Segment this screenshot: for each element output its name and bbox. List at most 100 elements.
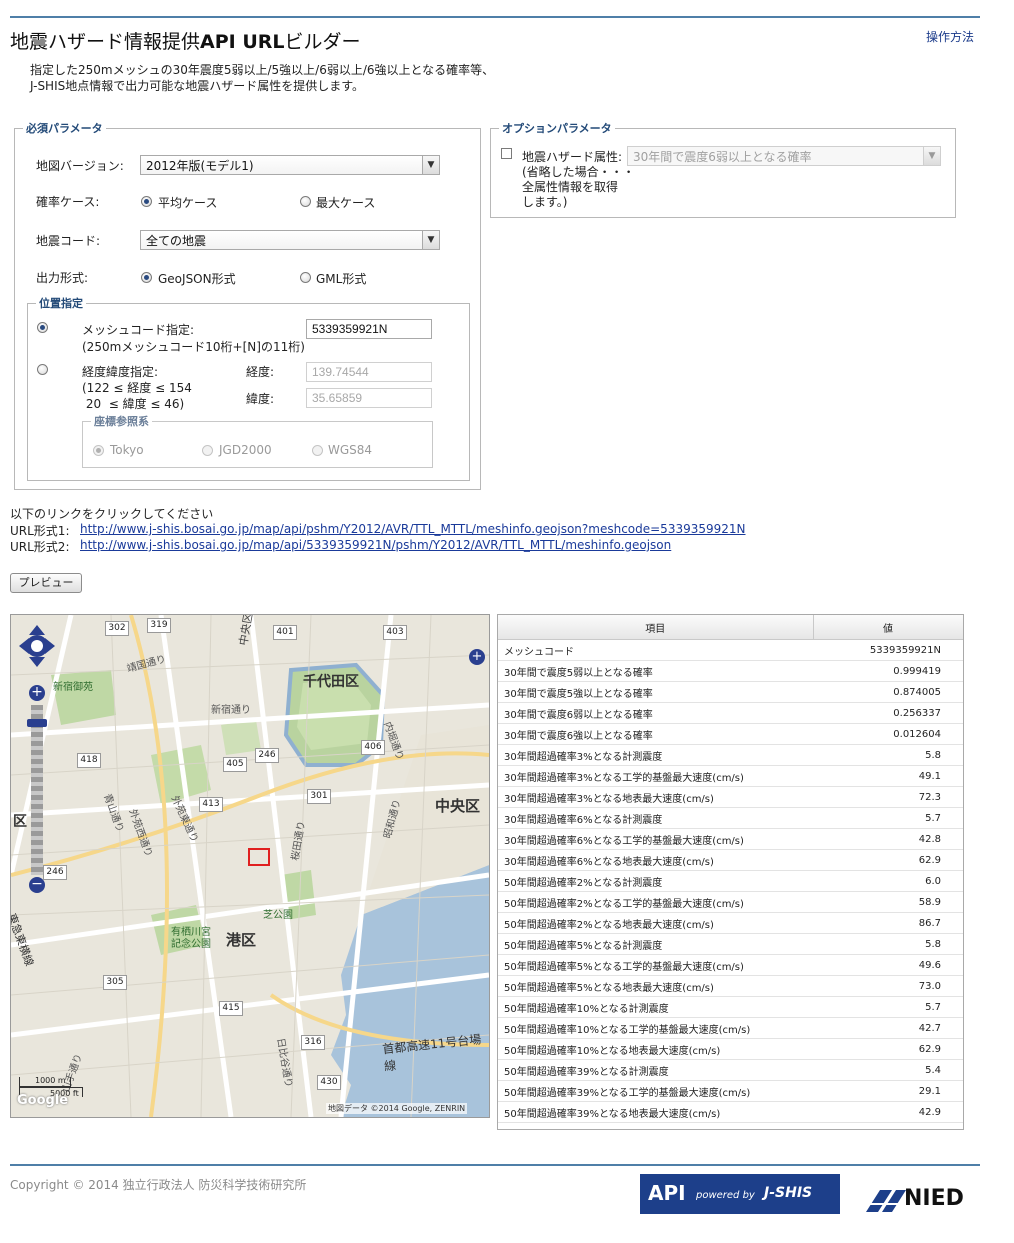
route-shield: 246 [255, 748, 279, 763]
row-value-cell: 0.012604 [813, 723, 963, 745]
crs-tokyo-label[interactable]: Tokyo [110, 443, 144, 457]
column-header-value[interactable]: 値 [813, 615, 963, 640]
row-value-cell: 0.999419 [813, 660, 963, 682]
row-item-cell: 30年間で震度5強以上となる確率 [498, 681, 813, 703]
route-shield: 305 [103, 975, 127, 990]
pan-arrows-icon[interactable] [19, 623, 55, 669]
row-value-cell: 58.9 [813, 891, 963, 913]
map-label-ku-left: 区 [13, 814, 27, 830]
route-shield: 405 [223, 757, 247, 772]
prob-case-label: 確率ケース: [36, 195, 100, 209]
table-row: 50年間超過確率39%となる地表最大速度(cm/s) 42.9 [498, 1101, 963, 1123]
pan-control[interactable] [19, 623, 55, 669]
hazard-attr-checkbox[interactable] [501, 148, 512, 159]
row-value-cell: 62.9 [813, 849, 963, 871]
format-gml-label[interactable]: GML形式 [316, 270, 366, 287]
table-row: 50年間超過確率10%となる計測震度 5.7 [498, 996, 963, 1018]
row-value-cell: 5.8 [813, 744, 963, 766]
row-value-cell: 5339359921N [813, 639, 963, 661]
column-header-item[interactable]: 項目 [498, 615, 814, 640]
row-value-cell: 5.8 [813, 933, 963, 955]
map-view[interactable]: 千代田区 中央区 港区 区 中央区 新宿御苑 有栖川宮 記念公園 芝公園 新宿通… [10, 614, 490, 1118]
format-label: 出力形式: [36, 271, 89, 285]
format-geojson-label[interactable]: GeoJSON形式 [158, 270, 236, 287]
route-shield: 301 [307, 789, 331, 804]
table-row: 30年間で震度5弱以上となる確率 0.999419 [498, 660, 963, 682]
row-item-cell: 30年間で震度6弱以上となる確率 [498, 702, 813, 724]
zoom-in-icon[interactable]: + [29, 685, 45, 701]
url1-link[interactable]: http://www.j-shis.bosai.go.jp/map/api/ps… [80, 522, 746, 536]
crs-tokyo-radio[interactable] [93, 445, 104, 456]
zoom-slider-handle[interactable] [27, 719, 47, 727]
map-label-shinjuku-gyoen: 新宿御苑 [53, 682, 93, 693]
route-shield: 302 [105, 621, 129, 636]
table-row: 50年間超過確率2%となる工学的基盤最大速度(cm/s) 58.9 [498, 891, 963, 913]
row-item-cell: 30年間超過確率6%となる地表最大速度(cm/s) [498, 849, 813, 871]
crs-wgs-radio[interactable] [312, 445, 323, 456]
zoom-out-icon[interactable]: − [29, 877, 45, 893]
description-line-2: J-SHIS地点情報で出力可能な地震ハザード属性を提供します。 [30, 79, 365, 93]
format-gml-radio[interactable] [300, 272, 311, 283]
row-value-cell: 42.8 [813, 828, 963, 850]
table-row: 30年間超過確率3%となる計測震度 5.8 [498, 744, 963, 766]
row-item-cell: 50年間超過確率39%となる計測震度 [498, 1059, 813, 1081]
latlon-radio[interactable] [37, 364, 48, 375]
quake-code-label: 地震コード: [36, 234, 101, 248]
api-logo[interactable]: API powered by J-SHIS [640, 1174, 840, 1214]
map-version-label: 地図バージョン: [36, 159, 124, 173]
row-item-cell: 30年間超過確率6%となる工学的基盤最大速度(cm/s) [498, 828, 813, 850]
map-label-chuo: 中央区 [435, 797, 481, 815]
preview-button[interactable]: プレビュー [10, 573, 82, 593]
lat-input[interactable] [306, 388, 432, 408]
row-item-cell: 50年間超過確率5%となる工学的基盤最大速度(cm/s) [498, 954, 813, 976]
table-row: 50年間超過確率39%となる工学的基盤最大速度(cm/s) 29.1 [498, 1080, 963, 1102]
prob-case-max-label[interactable]: 最大ケース [316, 194, 375, 211]
map-copyright: 地図データ ©2014 Google, ZENRIN [326, 1103, 468, 1114]
table-row: 30年間超過確率6%となる工学的基盤最大速度(cm/s) 42.8 [498, 828, 963, 850]
format-geojson-radio[interactable] [141, 272, 152, 283]
route-shield: 430 [317, 1075, 341, 1090]
row-item-cell: 50年間超過確率2%となる計測震度 [498, 870, 813, 892]
row-value-cell: 62.9 [813, 1038, 963, 1060]
lon-input[interactable] [306, 362, 432, 382]
table-row: 50年間超過確率10%となる工学的基盤最大速度(cm/s) 42.7 [498, 1017, 963, 1039]
lat-range-note: 20 ≤ 緯度 ≤ 46) [82, 397, 185, 411]
help-link[interactable]: 操作方法 [926, 28, 974, 45]
table-row: 30年間超過確率3%となる工学的基盤最大速度(cm/s) 49.1 [498, 765, 963, 787]
lat-label: 緯度: [246, 392, 275, 406]
prob-case-avg-label[interactable]: 平均ケース [158, 194, 217, 211]
required-params-legend: 必須パラメータ [26, 122, 103, 135]
zoom-slider[interactable] [31, 705, 43, 875]
crs-jgd-label[interactable]: JGD2000 [219, 443, 272, 457]
table-row: 50年間超過確率5%となる地表最大速度(cm/s) 73.0 [498, 975, 963, 997]
crs-jgd-radio[interactable] [202, 445, 213, 456]
row-value-cell: 0.874005 [813, 681, 963, 703]
row-item-cell: 50年間超過確率5%となる計測震度 [498, 933, 813, 955]
table-row: 30年間超過確率3%となる地表最大速度(cm/s) 72.3 [498, 786, 963, 808]
prob-case-max-radio[interactable] [300, 196, 311, 207]
page-title: 地震ハザード情報提供API URLビルダー [10, 31, 361, 53]
row-item-cell: 50年間超過確率2%となる地表最大速度(cm/s) [498, 912, 813, 934]
chevron-down-icon: ▼ [923, 147, 940, 165]
latlon-label: 経度緯度指定: [82, 365, 159, 379]
page-description: 指定した250mメッシュの30年震度5弱以上/5強以上/6弱以上/6強以上となる… [30, 62, 494, 94]
layer-switcher-icon[interactable]: + [469, 649, 485, 665]
mesh-code-input[interactable] [306, 319, 432, 339]
row-item-cell: 30年間超過確率6%となる計測震度 [498, 807, 813, 829]
nied-logo[interactable]: NIED [866, 1184, 970, 1216]
links-intro: 以下のリンクをクリックしてください [10, 507, 214, 521]
row-item-cell: 50年間超過確率10%となる計測震度 [498, 996, 813, 1018]
url2-link[interactable]: http://www.j-shis.bosai.go.jp/map/api/53… [80, 538, 671, 552]
footer-rule [10, 1164, 980, 1166]
row-item-cell: 50年間超過確率39%となる地表最大速度(cm/s) [498, 1101, 813, 1123]
google-logo: Google [17, 1093, 69, 1108]
lon-label: 経度: [246, 365, 275, 379]
url2-label: URL形式2: [10, 540, 70, 554]
prob-case-avg-radio[interactable] [141, 196, 152, 207]
mesh-code-radio[interactable] [37, 322, 48, 333]
crs-wgs-label[interactable]: WGS84 [328, 443, 372, 457]
quake-code-select[interactable]: 全ての地震 ▼ [140, 230, 440, 250]
optional-params-legend: オプションパラメータ [502, 122, 612, 135]
hazard-attr-select[interactable]: 30年間で震度6弱以上となる確率 ▼ [627, 146, 941, 166]
map-version-select[interactable]: 2012年版(モデル1) ▼ [140, 155, 440, 175]
